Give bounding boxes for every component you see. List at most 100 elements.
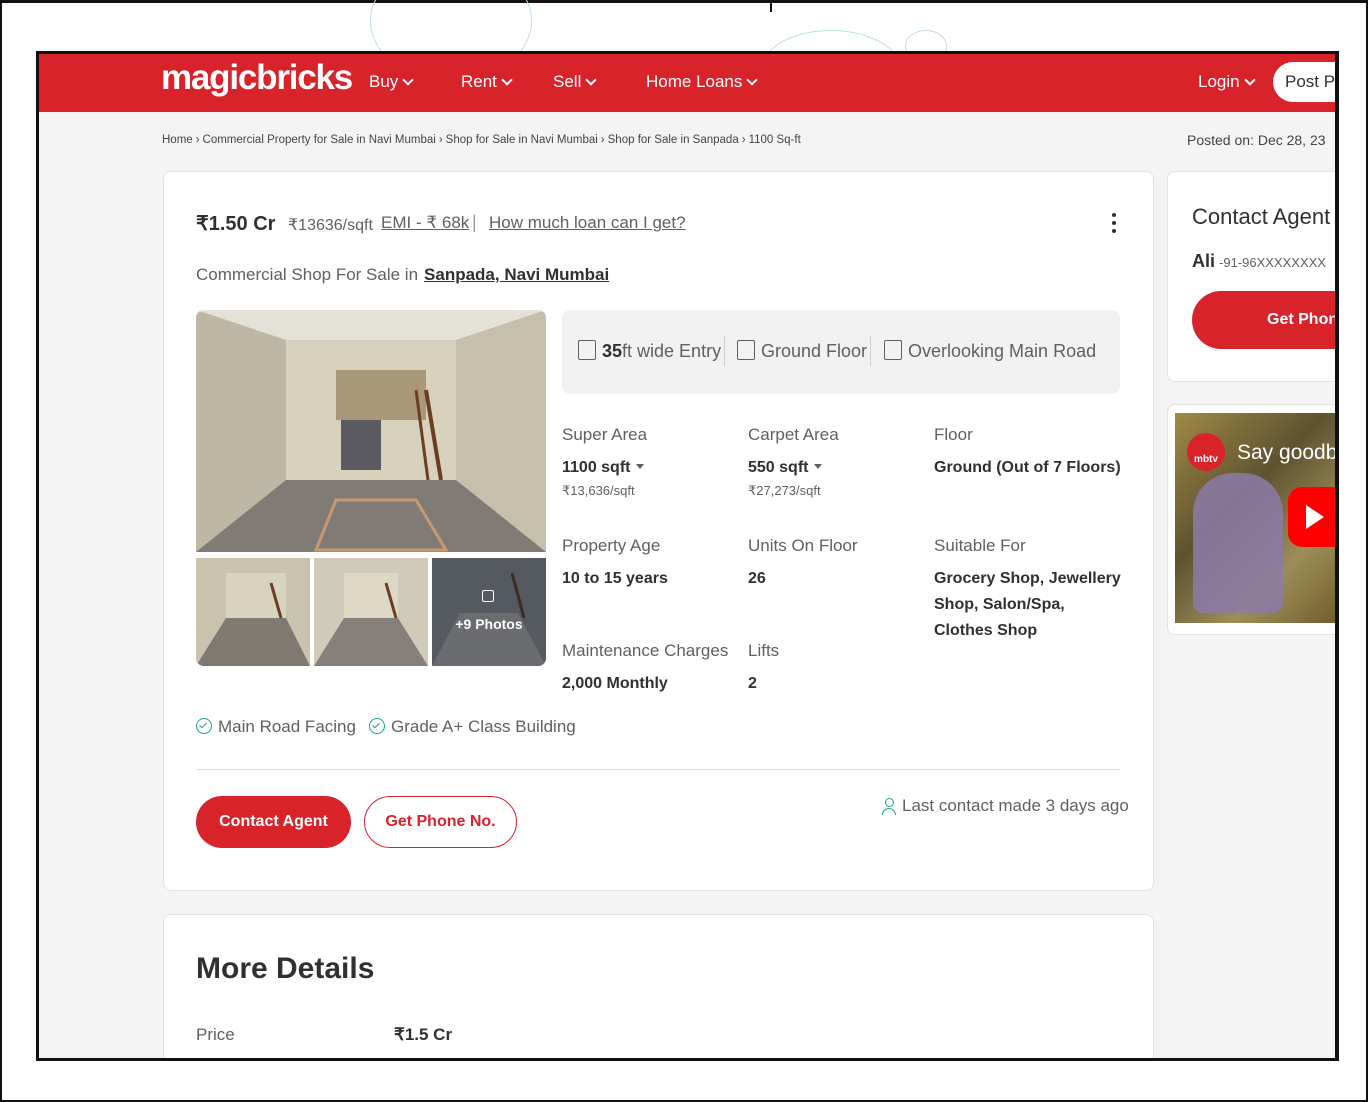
spec-lifts: Lifts 2 — [748, 641, 779, 697]
site-header: magicbricks Buy Rent Sell Home Loans Log… — [39, 54, 1335, 112]
agent-name: Ali -91-96XXXXXXXX — [1192, 251, 1326, 272]
subtitle-prefix: Commercial Shop For Sale in — [196, 265, 419, 284]
main-photo[interactable] — [196, 310, 546, 552]
nav-buy[interactable]: Buy — [369, 72, 414, 92]
amenity-item: Grade A+ Class Building — [369, 717, 576, 737]
spec-suitable-for: Suitable For Grocery Shop, Jewellery Sho… — [934, 536, 1126, 644]
loan-eligibility-link[interactable]: How much loan can I get? — [489, 213, 686, 233]
emi-link[interactable]: EMI - ₹ 68k — [381, 213, 469, 233]
photos-count-label: +9 Photos — [455, 616, 523, 632]
agent-get-phone-button[interactable]: Get Phon — [1192, 291, 1335, 349]
spec-value[interactable]: 550 sqft — [748, 455, 839, 481]
chevron-down-icon — [585, 74, 598, 86]
posted-date: Posted on: Dec 28, 23 — [1187, 132, 1326, 148]
agent-phone-masked: -91-96XXXXXXXX — [1219, 255, 1326, 270]
video-thumbnail[interactable]: mbtv Say goodby — [1175, 413, 1339, 623]
location-link[interactable]: Sanpada, Navi Mumbai — [424, 265, 609, 284]
login-menu[interactable]: Login — [1198, 72, 1256, 92]
chevron-down-icon — [402, 74, 414, 86]
photo-thumbnail[interactable] — [196, 558, 310, 666]
agent-name-text: Ali — [1192, 251, 1216, 271]
highlight-divider — [870, 336, 871, 366]
spec-subvalue: ₹27,273/sqft — [748, 483, 821, 498]
gallery-icon — [482, 590, 494, 602]
nav-sell[interactable]: Sell — [553, 72, 598, 92]
listing-price: ₹1.50 Cr — [196, 213, 276, 235]
get-phone-button[interactable]: Get Phone No. — [364, 796, 517, 848]
frame-border-top — [0, 0, 1368, 3]
entry-width-value: 35 — [602, 341, 623, 361]
spec-label: Maintenance Charges — [562, 641, 729, 660]
breadcrumb-commercial[interactable]: Commercial Property for Sale in Navi Mum… — [203, 134, 436, 146]
nav-home-loans-label: Home Loans — [646, 72, 743, 91]
section-divider — [196, 769, 1120, 770]
door-icon — [578, 340, 596, 360]
nav-home-loans[interactable]: Home Loans — [646, 72, 759, 92]
video-title: Say goodby — [1237, 441, 1339, 464]
photo-thumbnail[interactable] — [314, 558, 428, 666]
chevron-down-icon — [746, 74, 759, 86]
spec-units-on-floor: Units On Floor 26 — [748, 536, 858, 592]
separator: | — [472, 212, 477, 232]
detail-value: ₹1.5 Cr — [394, 1025, 453, 1044]
floor-label: Ground Floor — [761, 341, 868, 361]
frame-border-left — [0, 0, 2, 1102]
mbtv-logo-icon: mbtv — [1187, 433, 1225, 471]
spec-value[interactable]: 1100 sqft — [562, 455, 647, 481]
view-label: Overlooking Main Road — [908, 341, 1097, 361]
person-icon — [882, 798, 896, 815]
check-circle-icon — [196, 718, 212, 734]
listing-card: ₹1.50 Cr ₹13636/sqft EMI - ₹ 68k | How m… — [163, 171, 1154, 891]
post-property-button[interactable]: Post Pr — [1273, 62, 1335, 102]
spec-label: Lifts — [748, 641, 780, 660]
detail-label: Price — [196, 1025, 235, 1044]
spec-value: 2,000 Monthly — [562, 675, 668, 692]
highlights-bar: 35ft wide Entry Ground Floor Overlooking… — [562, 310, 1120, 394]
more-photos-thumbnail[interactable]: +9 Photos — [432, 558, 546, 666]
breadcrumb-separator: › — [438, 134, 443, 146]
breadcrumb-shop-navi-mumbai[interactable]: Shop for Sale in Navi Mumbai — [446, 134, 598, 146]
spec-floor: Floor Ground (Out of 7 Floors) — [934, 425, 1124, 481]
agent-card-title: Contact Agent — [1192, 204, 1331, 229]
spec-super-area: Super Area 1100 sqft ₹13,636/sqft — [562, 425, 647, 499]
site-logo[interactable]: magicbricks — [161, 58, 353, 98]
chevron-down-icon — [501, 74, 513, 86]
spec-value: Ground (Out of 7 Floors) — [934, 459, 1121, 476]
spec-label: Property Age — [562, 536, 661, 555]
spec-maintenance: Maintenance Charges 2,000 Monthly — [562, 641, 728, 697]
play-icon[interactable] — [1288, 487, 1335, 547]
breadcrumb-shop-sanpada[interactable]: Shop for Sale in Sanpada — [608, 134, 739, 146]
amenity-label: Grade A+ Class Building — [391, 717, 576, 736]
spec-label: Carpet Area — [748, 425, 839, 444]
listing-subtitle: Commercial Shop For Sale in Sanpada, Navi… — [196, 265, 609, 285]
spec-carpet-area: Carpet Area 550 sqft ₹27,273/sqft — [748, 425, 839, 499]
amenity-item: Main Road Facing — [196, 717, 356, 737]
amenity-label: Main Road Facing — [218, 717, 356, 736]
carpet-area-value: 550 sqft — [748, 459, 809, 476]
kebab-menu-icon[interactable] — [1110, 210, 1118, 238]
breadcrumb-separator: › — [600, 134, 605, 146]
caret-down-icon — [814, 464, 823, 469]
nav-rent-label: Rent — [461, 72, 497, 91]
spec-subvalue: ₹13,636/sqft — [562, 483, 635, 498]
last-contact-text: Last contact made 3 days ago — [902, 796, 1129, 815]
entry-width-label: ft wide Entry — [622, 341, 722, 361]
spec-label: Floor — [934, 425, 973, 444]
spec-label: Suitable For — [934, 536, 1026, 555]
price-per-sqft: ₹13636/sqft — [288, 217, 373, 234]
highlight-entry: 35ft wide Entry — [578, 340, 721, 362]
spec-value: Grocery Shop, Jewellery Shop, Salon/Spa,… — [934, 570, 1121, 639]
video-figure — [1193, 473, 1283, 613]
more-details-title: More Details — [196, 952, 375, 985]
spec-value: 10 to 15 years — [562, 570, 668, 587]
spec-value: 26 — [748, 570, 766, 587]
frame-divider — [770, 0, 772, 12]
contact-agent-button[interactable]: Contact Agent — [196, 796, 351, 848]
nav-rent[interactable]: Rent — [461, 72, 513, 92]
chevron-down-icon — [1243, 74, 1256, 86]
breadcrumb-home[interactable]: Home — [162, 134, 193, 146]
login-label: Login — [1198, 72, 1240, 91]
nav-buy-label: Buy — [369, 72, 399, 91]
road-view-icon — [884, 340, 902, 360]
last-contact-info: Last contact made 3 days ago — [882, 796, 1129, 816]
